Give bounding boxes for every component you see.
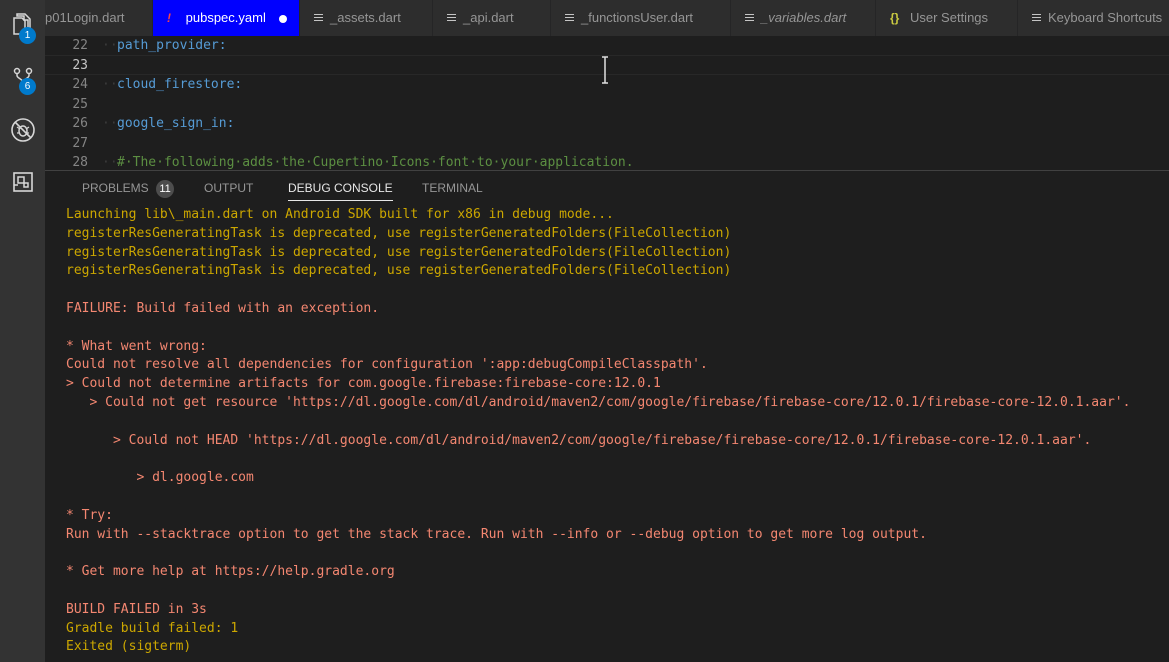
lines-icon [314,14,323,24]
code-text: google_sign_in: [117,116,235,131]
code-line: 22 ·· path_provider: [45,36,1169,56]
line-number: 27 [72,136,88,151]
console-line: registerResGeneratingTask is deprecated,… [66,263,732,279]
tab-pubspec[interactable]: ! pubspec.yaml [153,0,300,36]
console-line: BUILD FAILED in 3s [66,601,207,617]
indent-whitespace: ·· [102,155,118,170]
editor-tab-bar: p01Login.dart ! pubspec.yaml _assets.dar… [45,0,1169,36]
tab-functions-user[interactable]: _functionsUser.dart [551,0,731,36]
lines-icon [565,14,574,24]
tab-api[interactable]: _api.dart [433,0,551,36]
tab-output[interactable]: OUTPUT [204,171,253,205]
indent-whitespace: ·· [102,116,118,131]
json-braces-icon: {} [890,11,900,25]
source-control-badge: 6 [19,78,36,95]
tab-label: _assets.dart [330,10,401,25]
console-line: > Could not get resource 'https://dl.goo… [66,394,1131,410]
lines-icon [447,14,456,24]
explorer-button[interactable]: 1 [0,4,45,44]
console-line: registerResGeneratingTask is deprecated,… [66,225,732,241]
line-number: 24 [72,77,88,92]
tab-terminal[interactable]: TERMINAL [422,171,483,205]
line-number: 25 [72,97,88,112]
console-line: FAILURE: Build failed with an exception. [66,300,380,316]
problems-count-badge: 11 [156,179,175,198]
code-line: 28 ·· #·The·following·adds·the·Cupertino… [45,153,1169,170]
indent-whitespace: ·· [102,38,118,53]
line-number: 26 [72,116,88,131]
code-text: path_provider: [117,38,227,53]
line-number: 23 [72,58,88,73]
tab-label: TERMINAL [422,181,483,195]
text-cursor-icon [602,56,608,84]
unsaved-dot-icon[interactable] [279,14,288,23]
code-text: cloud_firestore: [117,77,243,92]
tab-label: _functionsUser.dart [581,10,694,25]
tab-label: OUTPUT [204,181,254,195]
code-line: 26 ·· google_sign_in: [45,114,1169,134]
code-editor[interactable]: 22 ·· path_provider: 23 24 ·· cloud_fire… [45,36,1169,170]
console-line: * Get more help at https://help.gradle.o… [66,564,395,580]
tab-problems[interactable]: PROBLEMS 11 [82,171,175,205]
console-line: Could not resolve all dependencies for c… [66,357,708,373]
console-line: Launching lib\_main.dart on Android SDK … [66,207,614,222]
code-line: 27 [45,134,1169,154]
console-line: * What went wrong: [66,338,207,354]
tab-assets[interactable]: _assets.dart [300,0,433,36]
tab-label: pubspec.yaml [185,10,266,25]
exclamation-icon: ! [167,11,171,25]
no-bug-icon [10,118,35,142]
extensions-icon [12,172,33,192]
tab-label: _variables.dart [761,10,847,25]
code-comment-text: #·The·following·adds·the·Cupertino·Icons… [117,155,634,170]
debug-button[interactable] [0,110,45,150]
line-number: 28 [72,155,88,170]
tab-debug-console[interactable]: DEBUG CONSOLE [288,171,393,205]
indent-whitespace: ·· [102,77,118,92]
tab-label: User Settings [910,10,989,25]
tab-label: DEBUG CONSOLE [288,181,393,195]
console-line: * Try: [66,507,113,523]
tab-label: _api.dart [463,10,514,25]
lines-icon [1032,14,1041,24]
console-line: > Could not HEAD 'https://dl.google.com/… [66,432,1092,448]
tab-variables[interactable]: _variables.dart [731,0,876,36]
explorer-badge: 1 [19,27,36,44]
tab-keyboard-shortcuts[interactable]: Keyboard Shortcuts [1018,0,1169,36]
source-control-button[interactable]: 6 [0,58,45,98]
console-line: Run with --stacktrace option to get the … [66,526,927,542]
tab-p01login[interactable]: p01Login.dart [45,0,153,36]
debug-console-output[interactable]: Launching lib\_main.dart on Android SDK … [66,206,1166,657]
tab-label: p01Login.dart [45,10,125,25]
code-line: 25 [45,95,1169,115]
tab-label: PROBLEMS [82,181,149,195]
console-line: Exited (sigterm) [66,639,192,655]
lines-icon [745,14,754,24]
extensions-button[interactable] [0,162,45,202]
line-number: 22 [72,38,88,53]
console-line: Gradle build failed: 1 [66,620,239,636]
console-line: > Could not determine artifacts for com.… [66,376,661,392]
console-line: > dl.google.com [66,470,254,486]
tab-user-settings[interactable]: {} User Settings [876,0,1018,36]
tab-label: Keyboard Shortcuts [1048,10,1163,25]
bottom-panel: PROBLEMS 11 OUTPUT DEBUG CONSOLE TERMINA… [45,170,1169,662]
console-line: registerResGeneratingTask is deprecated,… [66,244,732,260]
activity-bar: 1 6 [0,0,45,662]
